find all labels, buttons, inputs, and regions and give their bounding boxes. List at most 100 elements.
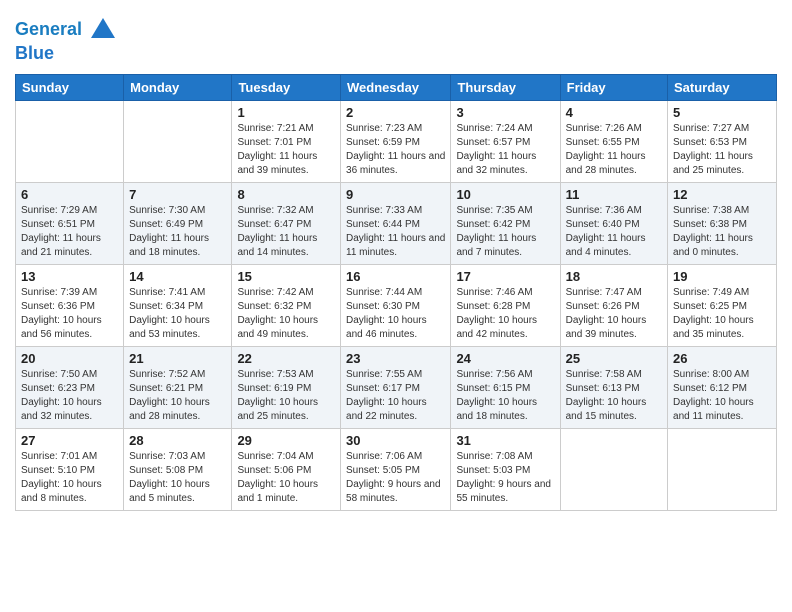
day-info: Sunrise: 8:00 AM Sunset: 6:12 PM Dayligh… xyxy=(673,368,771,424)
day-cell-25: 25 Sunrise: 7:58 AM Sunset: 6:13 PM Dayli… xyxy=(560,346,667,428)
day-cell-7: 7 Sunrise: 7:30 AM Sunset: 6:49 PM Daylig… xyxy=(124,182,232,264)
logo-text: General xyxy=(15,16,117,44)
day-cell-20: 20Sunrise: 7:50 AM Sunset: 6:23 PM Dayli… xyxy=(16,346,124,428)
day-info: Sunrise: 7:04 AM Sunset: 5:06 PM Dayligh… xyxy=(237,450,335,506)
weekday-header-sunday: Sunday xyxy=(16,74,124,100)
day-cell-29: 29 Sunrise: 7:04 AM Sunset: 5:06 PM Dayli… xyxy=(232,428,341,510)
day-number: 14 xyxy=(129,269,226,284)
day-info: Sunrise: 7:38 AM Sunset: 6:38 PM Dayligh… xyxy=(673,204,771,260)
day-number: 11 xyxy=(566,187,662,202)
day-info: Sunrise: 7:42 AM Sunset: 6:32 PM Dayligh… xyxy=(237,286,335,342)
day-cell-1: 1 Sunrise: 7:21 AM Sunset: 7:01 PM Daylig… xyxy=(232,100,341,182)
week-row-4: 20Sunrise: 7:50 AM Sunset: 6:23 PM Dayli… xyxy=(16,346,777,428)
day-info: Sunrise: 7:27 AM Sunset: 6:53 PM Dayligh… xyxy=(673,122,771,178)
day-cell-28: 28Sunrise: 7:03 AM Sunset: 5:08 PM Dayli… xyxy=(124,428,232,510)
day-info: Sunrise: 7:32 AM Sunset: 6:47 PM Dayligh… xyxy=(237,204,335,260)
day-cell-11: 11 Sunrise: 7:36 AM Sunset: 6:40 PM Dayli… xyxy=(560,182,667,264)
day-number: 4 xyxy=(566,105,662,120)
empty-cell xyxy=(668,428,777,510)
day-info: Sunrise: 7:46 AM Sunset: 6:28 PM Dayligh… xyxy=(456,286,554,342)
day-cell-13: 13Sunrise: 7:39 AM Sunset: 6:36 PM Dayli… xyxy=(16,264,124,346)
header: General Blue xyxy=(15,10,777,64)
day-number: 25 xyxy=(566,351,662,366)
day-cell-18: 18 Sunrise: 7:47 AM Sunset: 6:26 PM Dayli… xyxy=(560,264,667,346)
day-cell-23: 23 Sunrise: 7:55 AM Sunset: 6:17 PM Dayli… xyxy=(341,346,451,428)
day-info: Sunrise: 7:44 AM Sunset: 6:30 PM Dayligh… xyxy=(346,286,445,342)
day-number: 29 xyxy=(237,433,335,448)
day-cell-27: 27Sunrise: 7:01 AM Sunset: 5:10 PM Dayli… xyxy=(16,428,124,510)
day-cell-31: 31Sunrise: 7:08 AM Sunset: 5:03 PM Dayli… xyxy=(451,428,560,510)
day-number: 17 xyxy=(456,269,554,284)
weekday-header-thursday: Thursday xyxy=(451,74,560,100)
day-number: 16 xyxy=(346,269,445,284)
day-number: 24 xyxy=(456,351,554,366)
empty-cell xyxy=(16,100,124,182)
week-row-3: 13Sunrise: 7:39 AM Sunset: 6:36 PM Dayli… xyxy=(16,264,777,346)
day-info: Sunrise: 7:08 AM Sunset: 5:03 PM Dayligh… xyxy=(456,450,554,506)
day-number: 30 xyxy=(346,433,445,448)
day-number: 22 xyxy=(237,351,335,366)
day-number: 1 xyxy=(237,105,335,120)
day-info: Sunrise: 7:29 AM Sunset: 6:51 PM Dayligh… xyxy=(21,204,118,260)
day-number: 9 xyxy=(346,187,445,202)
day-cell-9: 9Sunrise: 7:33 AM Sunset: 6:44 PM Daylig… xyxy=(341,182,451,264)
day-cell-30: 30 Sunrise: 7:06 AM Sunset: 5:05 PM Dayli… xyxy=(341,428,451,510)
day-cell-5: 5 Sunrise: 7:27 AM Sunset: 6:53 PM Daylig… xyxy=(668,100,777,182)
empty-cell xyxy=(560,428,667,510)
day-number: 21 xyxy=(129,351,226,366)
day-info: Sunrise: 7:21 AM Sunset: 7:01 PM Dayligh… xyxy=(237,122,335,178)
day-number: 5 xyxy=(673,105,771,120)
day-info: Sunrise: 7:56 AM Sunset: 6:15 PM Dayligh… xyxy=(456,368,554,424)
week-row-2: 6 Sunrise: 7:29 AM Sunset: 6:51 PM Daylig… xyxy=(16,182,777,264)
day-cell-26: 26 Sunrise: 8:00 AM Sunset: 6:12 PM Dayli… xyxy=(668,346,777,428)
day-info: Sunrise: 7:06 AM Sunset: 5:05 PM Dayligh… xyxy=(346,450,445,506)
day-info: Sunrise: 7:49 AM Sunset: 6:25 PM Dayligh… xyxy=(673,286,771,342)
day-info: Sunrise: 7:55 AM Sunset: 6:17 PM Dayligh… xyxy=(346,368,445,424)
day-info: Sunrise: 7:53 AM Sunset: 6:19 PM Dayligh… xyxy=(237,368,335,424)
calendar-table: SundayMondayTuesdayWednesdayThursdayFrid… xyxy=(15,74,777,511)
weekday-header-wednesday: Wednesday xyxy=(341,74,451,100)
weekday-header-tuesday: Tuesday xyxy=(232,74,341,100)
weekday-header-monday: Monday xyxy=(124,74,232,100)
logo-general: General xyxy=(15,19,82,39)
day-number: 7 xyxy=(129,187,226,202)
day-info: Sunrise: 7:41 AM Sunset: 6:34 PM Dayligh… xyxy=(129,286,226,342)
day-number: 6 xyxy=(21,187,118,202)
day-info: Sunrise: 7:24 AM Sunset: 6:57 PM Dayligh… xyxy=(456,122,554,178)
week-row-1: 1 Sunrise: 7:21 AM Sunset: 7:01 PM Daylig… xyxy=(16,100,777,182)
calendar-page: General Blue SundayMondayTuesdayWednesda… xyxy=(0,0,792,526)
day-cell-6: 6 Sunrise: 7:29 AM Sunset: 6:51 PM Daylig… xyxy=(16,182,124,264)
day-info: Sunrise: 7:47 AM Sunset: 6:26 PM Dayligh… xyxy=(566,286,662,342)
day-number: 26 xyxy=(673,351,771,366)
day-number: 18 xyxy=(566,269,662,284)
logo-blue: Blue xyxy=(15,44,117,64)
day-cell-10: 10Sunrise: 7:35 AM Sunset: 6:42 PM Dayli… xyxy=(451,182,560,264)
day-info: Sunrise: 7:30 AM Sunset: 6:49 PM Dayligh… xyxy=(129,204,226,260)
day-info: Sunrise: 7:03 AM Sunset: 5:08 PM Dayligh… xyxy=(129,450,226,506)
logo: General Blue xyxy=(15,16,117,64)
weekday-header-row: SundayMondayTuesdayWednesdayThursdayFrid… xyxy=(16,74,777,100)
day-info: Sunrise: 7:36 AM Sunset: 6:40 PM Dayligh… xyxy=(566,204,662,260)
day-number: 23 xyxy=(346,351,445,366)
day-info: Sunrise: 7:50 AM Sunset: 6:23 PM Dayligh… xyxy=(21,368,118,424)
day-cell-8: 8Sunrise: 7:32 AM Sunset: 6:47 PM Daylig… xyxy=(232,182,341,264)
logo-icon xyxy=(89,16,117,44)
day-cell-14: 14 Sunrise: 7:41 AM Sunset: 6:34 PM Dayli… xyxy=(124,264,232,346)
day-number: 2 xyxy=(346,105,445,120)
day-info: Sunrise: 7:35 AM Sunset: 6:42 PM Dayligh… xyxy=(456,204,554,260)
week-row-5: 27Sunrise: 7:01 AM Sunset: 5:10 PM Dayli… xyxy=(16,428,777,510)
day-cell-15: 15 Sunrise: 7:42 AM Sunset: 6:32 PM Dayli… xyxy=(232,264,341,346)
day-number: 15 xyxy=(237,269,335,284)
day-info: Sunrise: 7:58 AM Sunset: 6:13 PM Dayligh… xyxy=(566,368,662,424)
day-number: 19 xyxy=(673,269,771,284)
day-cell-24: 24 Sunrise: 7:56 AM Sunset: 6:15 PM Dayli… xyxy=(451,346,560,428)
weekday-header-saturday: Saturday xyxy=(668,74,777,100)
day-cell-12: 12Sunrise: 7:38 AM Sunset: 6:38 PM Dayli… xyxy=(668,182,777,264)
day-cell-4: 4 Sunrise: 7:26 AM Sunset: 6:55 PM Daylig… xyxy=(560,100,667,182)
empty-cell xyxy=(124,100,232,182)
day-cell-19: 19 Sunrise: 7:49 AM Sunset: 6:25 PM Dayli… xyxy=(668,264,777,346)
day-cell-22: 22 Sunrise: 7:53 AM Sunset: 6:19 PM Dayli… xyxy=(232,346,341,428)
day-info: Sunrise: 7:26 AM Sunset: 6:55 PM Dayligh… xyxy=(566,122,662,178)
day-cell-3: 3Sunrise: 7:24 AM Sunset: 6:57 PM Daylig… xyxy=(451,100,560,182)
day-info: Sunrise: 7:23 AM Sunset: 6:59 PM Dayligh… xyxy=(346,122,445,178)
